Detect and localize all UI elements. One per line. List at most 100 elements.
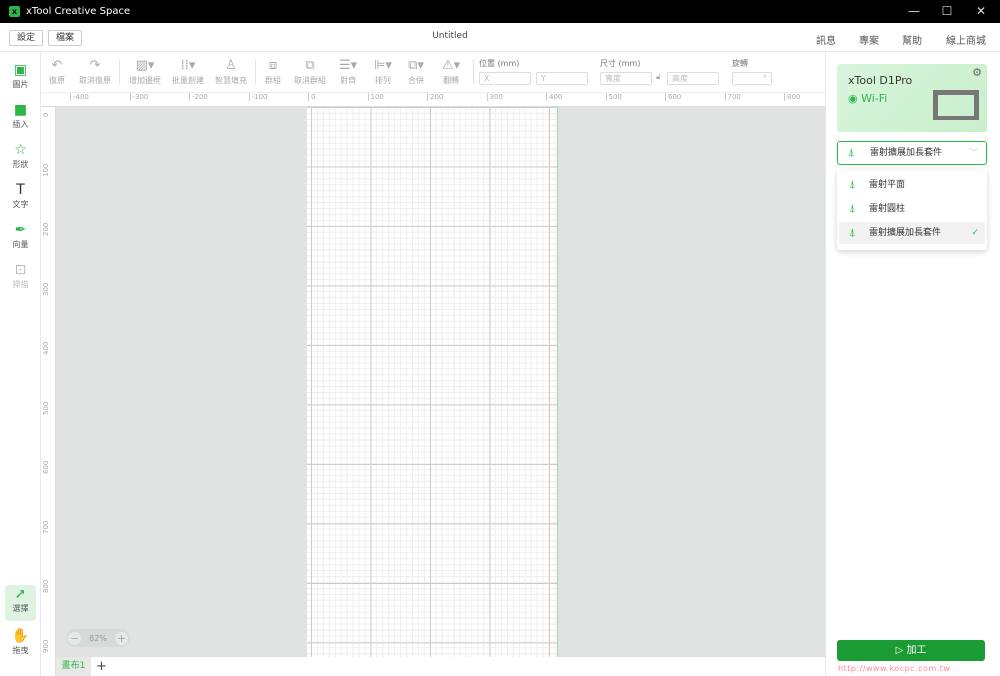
ruler-tick-label: 500 [605, 93, 622, 101]
laser-cylinder-icon: ⍋ [849, 202, 856, 215]
ungroup-label: 取消群組 [294, 76, 326, 85]
edit-toolbar: ↶ 復原 ↷ 取消復原 ▨▾ 增加邊框 ⁞⁞▾ 批量創建 ♙ 智慧填充 ⧈ 群組 ⧉ 取消群組… [41, 52, 825, 93]
ruler-tick-label: 500 [42, 401, 50, 415]
ruler-tick-label: 100 [367, 93, 384, 101]
rotate-input[interactable]: ° [732, 72, 772, 85]
smart-fill-button[interactable]: ♙ 智慧填充 [215, 57, 247, 86]
process-button[interactable]: ▷ 加工 [837, 640, 985, 661]
device-card[interactable]: xTool D1Pro ◉ Wi-Fi ⚙ [837, 64, 987, 132]
add-border-button[interactable]: ▨▾ 增加邊框 [129, 57, 161, 86]
combine-label: 合併 [408, 76, 424, 85]
menu-store[interactable]: 線上商城 [946, 32, 986, 47]
tool-label: 圖片 [12, 80, 29, 89]
wifi-icon: ◉ [848, 92, 862, 105]
tool-image[interactable]: ▣ 圖片 [5, 61, 36, 97]
app-logo-icon: x [9, 6, 20, 17]
align-label: 對齊 [340, 76, 357, 85]
tool-label: 文字 [12, 200, 29, 209]
ruler-tick-label: 700 [42, 520, 50, 534]
group-button[interactable]: ⧈ 群組 [265, 57, 281, 86]
laser-flat-icon: ⍋ [849, 178, 856, 191]
ruler-tick-label: -300 [129, 93, 148, 101]
arrange-label: 排列 [374, 76, 391, 85]
x-input[interactable]: X [479, 72, 531, 85]
height-input[interactable]: 高度 [667, 72, 719, 85]
batch-create-button[interactable]: ⁞⁞▾ 批量創建 [172, 57, 204, 86]
tool-vector[interactable]: ✒ 向量 [5, 221, 36, 257]
option-laser-extension[interactable]: ⍋ 雷射擴展加長套件 ✓ [839, 222, 985, 244]
lock-icon[interactable]: 🔓︎ [656, 72, 661, 82]
zoom-in-button[interactable]: + [115, 631, 128, 645]
scan-icon: ⊡ [14, 262, 27, 278]
right-panel: xTool D1Pro ◉ Wi-Fi ⚙ ⍋ 雷射擴展加長套件 ﹀ ⍋ 雷射平面… [825, 52, 1000, 676]
mode-select[interactable]: ⍋ 雷射擴展加長套件 ﹀ [837, 141, 987, 165]
group-label: 群組 [265, 76, 281, 85]
top-ruler: -400 -300 -200 -100 0 100 200 300 400 500 600 700 80… [41, 93, 825, 107]
grid-icon: ⁞⁞▾ [180, 58, 196, 73]
option-label: 雷射平面 [869, 180, 906, 190]
tool-label: 掃描 [12, 280, 29, 289]
zoom-out-button[interactable]: − [68, 631, 81, 645]
menu-messages[interactable]: 訊息 [816, 32, 836, 47]
redo-button[interactable]: ↷ 取消復原 [79, 57, 111, 86]
divider [119, 60, 120, 84]
laser-extension-icon: ⍋ [848, 146, 855, 159]
ruler-tick-label: 200 [42, 222, 50, 236]
work-area-grid[interactable] [307, 107, 558, 657]
menu-projects[interactable]: 專案 [859, 32, 879, 47]
ruler-tick-label: 700 [724, 93, 741, 101]
add-tab-button[interactable]: + [96, 657, 107, 676]
width-input[interactable]: 寬度 [600, 72, 652, 85]
tool-label: 插入 [12, 120, 29, 129]
app-title: xTool Creative Space [26, 6, 131, 17]
option-laser-cylinder[interactable]: ⍋ 雷射圓柱 [839, 198, 985, 220]
tool-label: 向量 [12, 240, 29, 249]
smart-fill-label: 智慧填充 [215, 76, 247, 85]
image-icon: ▣ [13, 62, 28, 78]
tool-scan[interactable]: ⊡ 掃描 [5, 261, 36, 297]
tool-insert[interactable]: ■ 插入 [5, 101, 36, 137]
hand-icon: ✋ [11, 628, 30, 644]
arrange-button[interactable]: ⊫▾ 排列 [374, 57, 392, 86]
maximize-button[interactable]: ☐ [930, 0, 964, 23]
rotate-label: 旋轉 [732, 59, 748, 68]
group-icon: ⧈ [268, 58, 278, 73]
undo-button[interactable]: ↶ 復原 [49, 57, 65, 86]
align-button[interactable]: ☰▾ 對齊 [339, 57, 357, 86]
close-button[interactable]: ✕ [964, 0, 998, 23]
ruler-tick-label: 400 [42, 341, 50, 355]
stamp-icon: ♙ [225, 58, 237, 73]
menu-help[interactable]: 幫助 [902, 32, 922, 47]
chevron-down-icon: ﹀ [970, 148, 978, 157]
flip-label: 翻轉 [443, 76, 460, 85]
ruler-tick-label: 800 [42, 579, 50, 593]
ungroup-button[interactable]: ⧉ 取消群組 [294, 57, 326, 86]
ruler-tick-label: 900 [42, 639, 50, 653]
ruler-tick-label: 0 [308, 93, 315, 101]
gear-icon[interactable]: ⚙ [972, 66, 982, 79]
tool-shape[interactable]: ☆ 形狀 [5, 141, 36, 177]
tool-label: 選擇 [12, 604, 29, 613]
device-name: xTool D1Pro [848, 74, 913, 87]
option-label: 雷射圓柱 [869, 204, 906, 214]
tool-select[interactable]: ➚ 選擇 [5, 585, 36, 621]
option-laser-flat[interactable]: ⍋ 雷射平面 [839, 174, 985, 196]
mode-dropdown: ⍋ 雷射平面 ⍋ 雷射圓柱 ⍋ 雷射擴展加長套件 ✓ [837, 170, 987, 250]
tool-pan[interactable]: ✋ 拖曳 [5, 627, 36, 663]
left-ruler: 0 100 200 300 400 500 600 700 800 900 [41, 107, 56, 676]
batch-create-label: 批量創建 [172, 76, 204, 85]
pen-icon: ✒ [14, 222, 27, 238]
combine-button[interactable]: ⧉▾ 合併 [408, 57, 424, 86]
process-label: 加工 [906, 645, 927, 656]
canvas-area[interactable] [56, 107, 825, 657]
text-icon: T [16, 182, 25, 198]
ruler-tick-label: 200 [427, 93, 443, 101]
ruler-tick-label: -200 [189, 93, 208, 101]
tool-text[interactable]: T 文字 [5, 181, 36, 217]
laser-machine-image [933, 90, 979, 120]
y-input[interactable]: Y [536, 72, 588, 85]
flip-button[interactable]: ⚠▾ 翻轉 [442, 57, 460, 86]
ruler-tick-label: 300 [486, 93, 503, 101]
tab-canvas-1[interactable]: 畫布1 [56, 657, 91, 676]
minimize-button[interactable]: — [897, 0, 931, 23]
